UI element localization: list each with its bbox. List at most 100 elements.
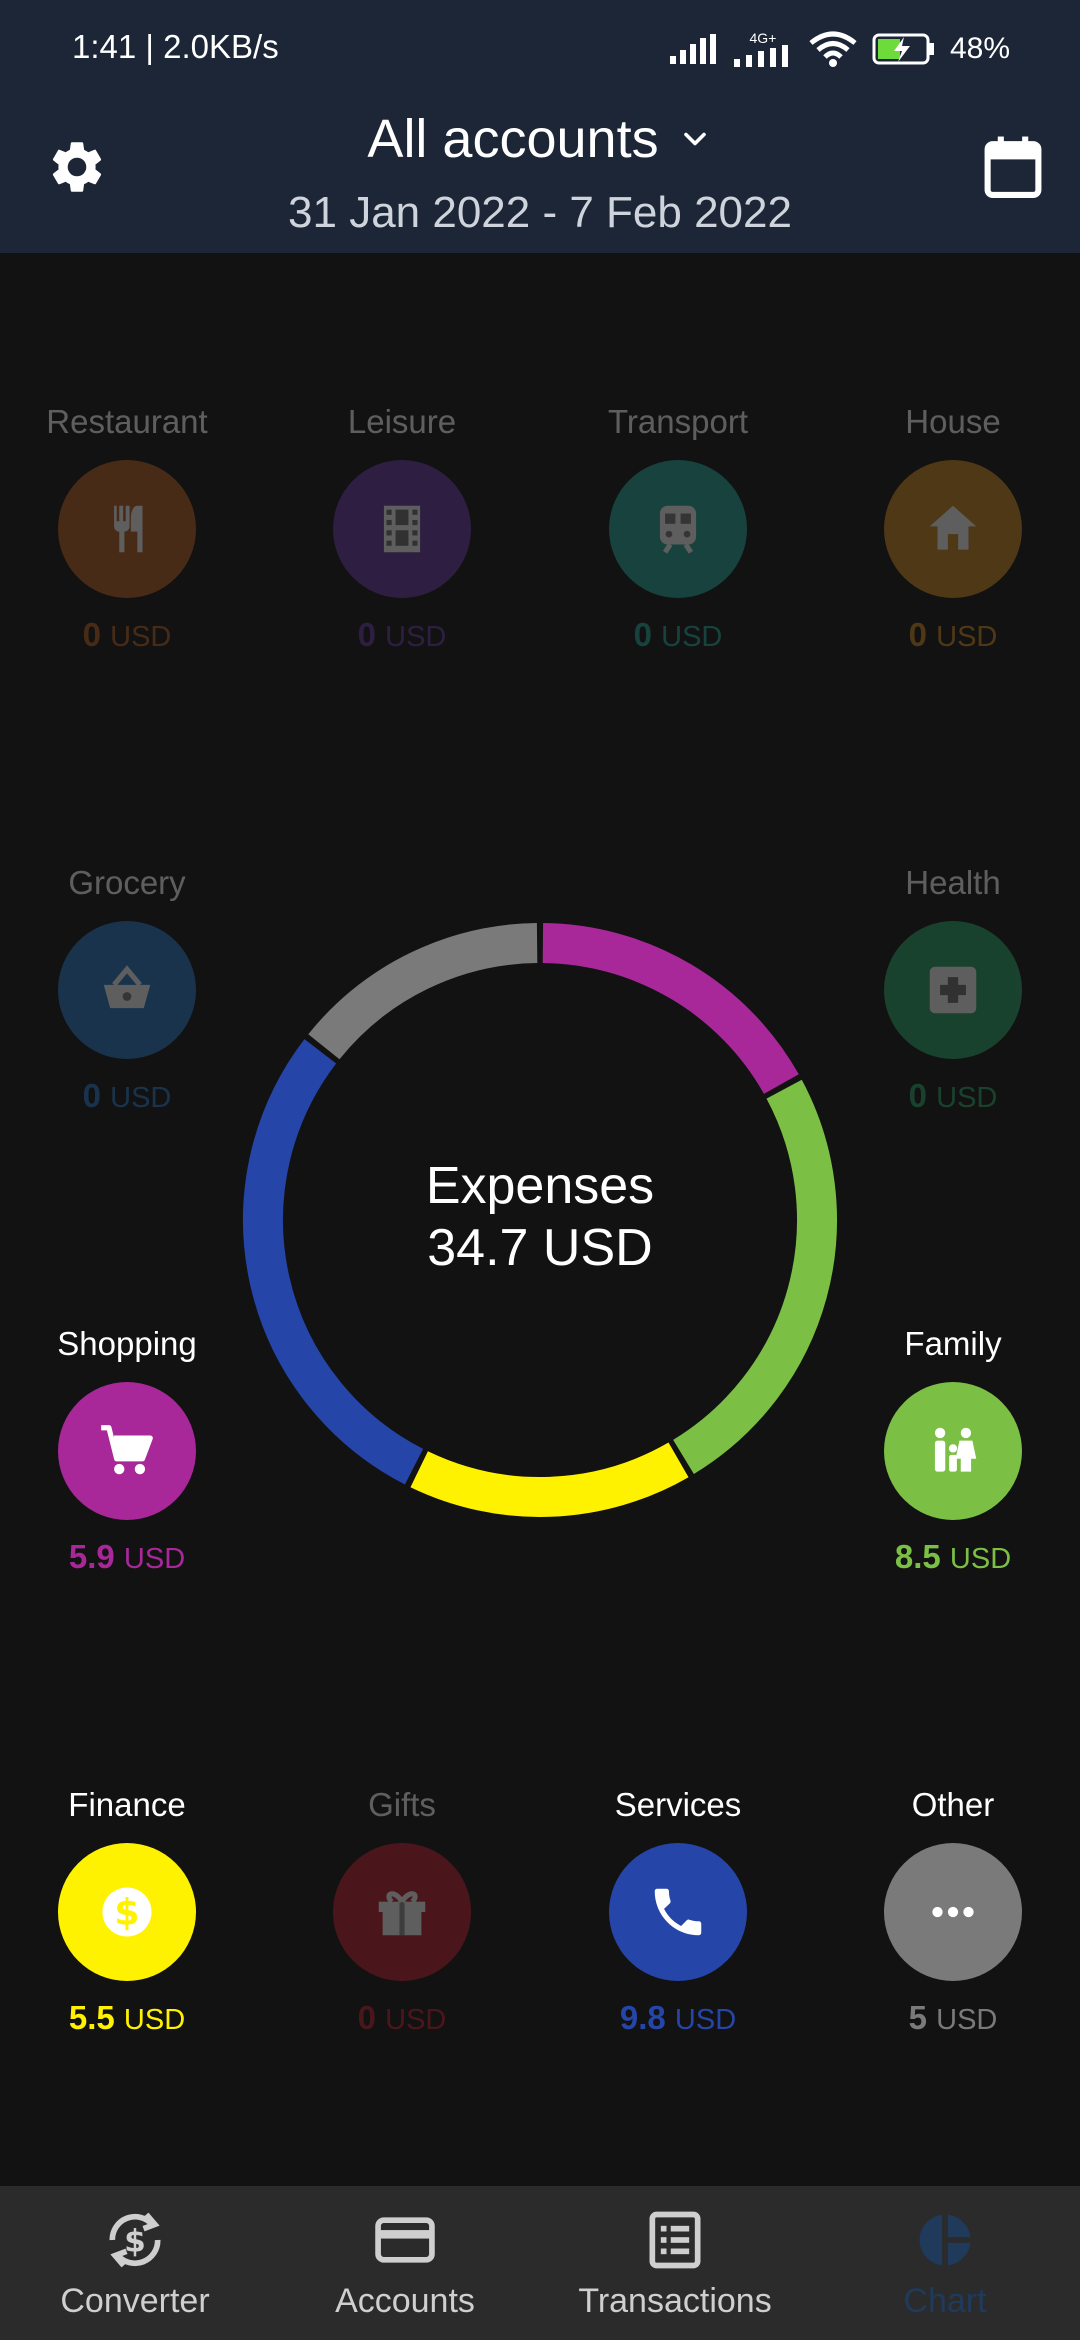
credit-card-icon — [375, 2217, 435, 2263]
family-icon — [934, 1427, 977, 1472]
category-restaurant[interactable]: Restaurant 0 USD — [17, 400, 237, 654]
category-amount-value: 9.8 — [619, 1999, 666, 2036]
category-amount-value: 0 — [82, 1077, 101, 1114]
donut-segment-other[interactable] — [308, 923, 538, 1060]
more-dots-icon — [932, 1906, 974, 1918]
category-name: Family — [904, 1325, 1002, 1362]
category-amount-value: 5.5 — [68, 1999, 115, 2036]
pie-chart-icon — [919, 2214, 971, 2266]
nav-accounts-label: Accounts — [335, 2282, 475, 2320]
category-amount-value: 0 — [908, 616, 927, 653]
donut-segment-finance[interactable] — [410, 1442, 689, 1517]
category-amount-value: 0 — [82, 616, 101, 653]
category-currency: USD — [674, 2004, 737, 2036]
category-name: Transport — [608, 403, 748, 440]
category-amount-value: 5.9 — [68, 1538, 115, 1575]
category-amount: 0 USD — [292, 1999, 512, 2037]
network-indicator: 4G+ — [732, 31, 794, 67]
category-amount-value: 0 — [633, 616, 652, 653]
battery-percentage: 48% — [949, 32, 1010, 65]
category-other[interactable]: Other 5 USD — [843, 1783, 1063, 2037]
nav-converter[interactable]: $ Converter — [0, 2186, 270, 2340]
nav-chart[interactable]: Chart — [810, 2186, 1080, 2340]
status-bar: 1:41 | 2.0KB/s 4G+ 48% — [0, 0, 1080, 100]
category-leisure[interactable]: Leisure 0 USD — [292, 400, 512, 654]
category-name: Services — [614, 1786, 742, 1823]
status-icons: 4G+ 48% — [668, 24, 1010, 74]
category-icon-circle[interactable]: $ — [58, 1843, 196, 1981]
category-amount: 5.9 USD — [17, 1538, 237, 1576]
train-icon — [659, 505, 697, 554]
category-amount: 0 USD — [568, 616, 788, 654]
category-name: Restaurant — [46, 403, 208, 440]
category-currency: USD — [110, 1082, 172, 1114]
category-icon-circle[interactable] — [884, 460, 1022, 598]
category-amount-value: 0 — [357, 1999, 376, 2036]
category-icon-circle[interactable] — [58, 921, 196, 1059]
category-icon-circle[interactable] — [609, 460, 747, 598]
category-icon-circle[interactable] — [884, 921, 1022, 1059]
category-icon-circle[interactable] — [333, 1843, 471, 1981]
category-currency: USD — [123, 1543, 186, 1575]
expenses-title: Expenses — [425, 1157, 655, 1215]
category-family[interactable]: Family 8.5 USD — [843, 1322, 1063, 1576]
nav-transactions[interactable]: Transactions — [540, 2186, 810, 2340]
chevron-down-icon[interactable] — [677, 121, 713, 157]
category-name: Health — [905, 864, 1001, 901]
category-amount: 0 USD — [292, 616, 512, 654]
category-name: Shopping — [57, 1325, 197, 1362]
category-gifts[interactable]: Gifts 0 USD — [292, 1783, 512, 2037]
donut-segment-shopping[interactable] — [542, 923, 799, 1095]
basket-icon — [103, 965, 151, 1009]
calendar-icon[interactable] — [982, 134, 1044, 200]
category-amount-value: 0 — [908, 1077, 927, 1114]
house-icon — [929, 505, 977, 550]
category-shopping[interactable]: Shopping 5.9 USD — [17, 1322, 237, 1576]
category-health[interactable]: Health 0 USD — [843, 861, 1063, 1115]
category-finance[interactable]: Finance $5.5 USD — [17, 1783, 237, 2037]
medical-cross-icon — [929, 966, 977, 1014]
category-amount: 5.5 USD — [17, 1999, 237, 2037]
svg-text:$: $ — [114, 1891, 139, 1934]
bottom-navigation: $ Converter Accounts Transactions Chart — [0, 2186, 1080, 2340]
page-title[interactable]: All accounts — [367, 108, 658, 170]
category-name: Other — [911, 1786, 995, 1823]
category-currency: USD — [123, 2004, 186, 2036]
category-currency: USD — [936, 621, 998, 653]
expenses-total: 34.7 USD — [427, 1219, 653, 1277]
fork-knife-icon — [114, 505, 143, 553]
category-name: Finance — [68, 1786, 186, 1823]
category-icon-circle[interactable] — [333, 460, 471, 598]
battery-charging-icon — [872, 33, 934, 65]
category-currency: USD — [936, 1082, 998, 1114]
category-icon-circle[interactable] — [58, 460, 196, 598]
category-services[interactable]: Services 9.8 USD — [568, 1783, 788, 2037]
category-amount: 0 USD — [843, 1077, 1063, 1115]
nav-accounts[interactable]: Accounts — [270, 2186, 540, 2340]
currency-exchange-icon: $ — [109, 2212, 161, 2268]
wifi-icon — [809, 31, 857, 67]
category-icon-circle[interactable] — [609, 1843, 747, 1981]
category-house[interactable]: House 0 USD — [843, 400, 1063, 654]
account-selector[interactable]: All accounts — [367, 108, 712, 170]
category-amount: 8.5 USD — [843, 1538, 1063, 1576]
svg-text:$: $ — [124, 2223, 146, 2259]
category-icon-circle[interactable] — [884, 1382, 1022, 1520]
category-amount: 5 USD — [843, 1999, 1063, 2037]
category-currency: USD — [110, 621, 172, 653]
category-transport[interactable]: Transport 0 USD — [568, 400, 788, 654]
film-icon — [383, 505, 421, 553]
category-currency: USD — [949, 1543, 1012, 1575]
category-amount: 0 USD — [17, 1077, 237, 1115]
category-name: Gifts — [368, 1786, 436, 1823]
category-icon-circle[interactable] — [58, 1382, 196, 1520]
cart-icon — [101, 1425, 153, 1475]
category-grocery[interactable]: Grocery 0 USD — [17, 861, 237, 1115]
category-icon-circle[interactable] — [884, 1843, 1022, 1981]
date-range[interactable]: 31 Jan 2022 - 7 Feb 2022 — [0, 188, 1080, 238]
nav-transactions-label: Transactions — [578, 2282, 772, 2320]
phone-icon — [654, 1888, 702, 1936]
signal-icon — [669, 34, 716, 64]
category-name: Grocery — [68, 864, 186, 901]
category-amount: 0 USD — [843, 616, 1063, 654]
